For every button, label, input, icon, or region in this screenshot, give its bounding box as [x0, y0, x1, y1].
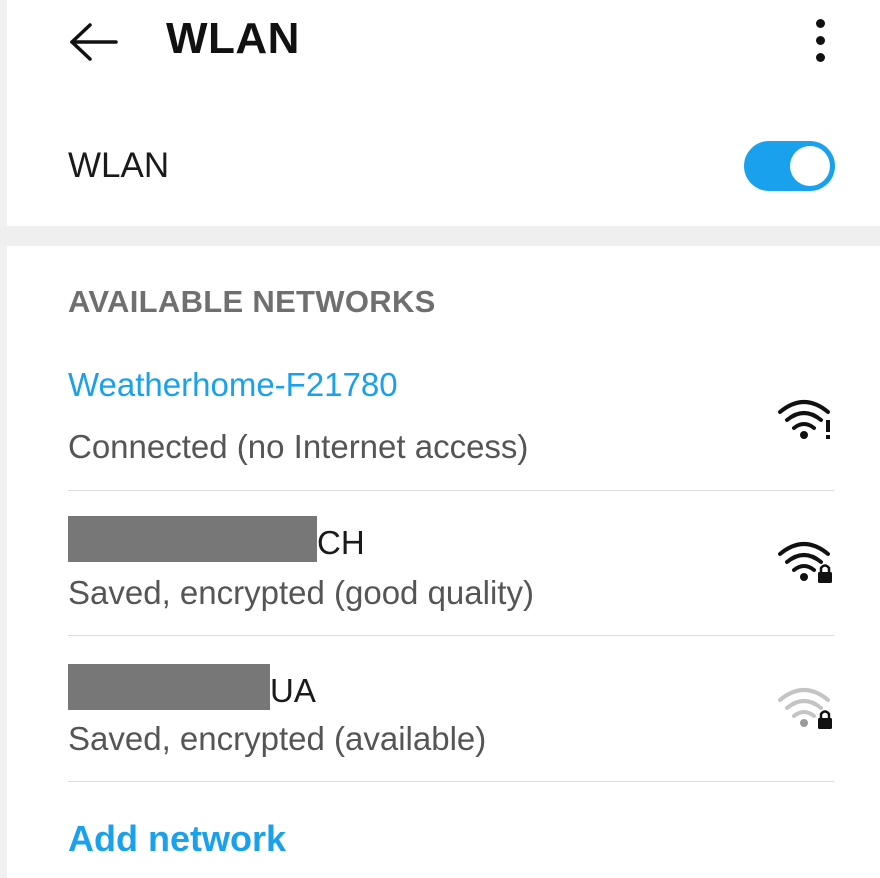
wifi-locked-weak-icon [778, 688, 832, 729]
network-status: Connected (no Internet access) [68, 428, 529, 465]
page-title: WLAN [166, 14, 300, 63]
network-name: CH [68, 516, 365, 562]
more-vertical-icon [815, 18, 825, 28]
add-network-button[interactable]: Add network [68, 818, 286, 860]
network-status: Saved, encrypted (good quality) [68, 574, 534, 611]
list-divider [68, 781, 834, 782]
wifi-locked-icon [778, 542, 832, 583]
available-networks-header: AVAILABLE NETWORKS [68, 284, 436, 319]
network-item-saved[interactable]: CH Saved, encrypted (good quality) [0, 494, 880, 634]
network-item-connected[interactable]: Weatherhome-F21780 Connected (no Interne… [0, 350, 880, 490]
list-divider [68, 490, 834, 491]
list-divider [68, 635, 834, 636]
top-app-bar: WLAN [0, 0, 880, 84]
network-name: Weatherhome-F21780 [68, 366, 398, 403]
more-vertical-icon-dot [815, 52, 825, 62]
redacted-block [68, 664, 270, 710]
network-status: Saved, encrypted (available) [68, 720, 487, 757]
redacted-block [68, 516, 317, 562]
more-vertical-icon-dot [815, 35, 825, 45]
network-item-saved[interactable]: UA Saved, encrypted (available) [0, 640, 880, 780]
wlan-toggle-row[interactable]: WLAN [0, 116, 880, 220]
network-name-suffix: UA [270, 672, 316, 709]
wifi-alert-icon [778, 400, 830, 439]
network-name-suffix: CH [317, 524, 365, 561]
wlan-toggle-switch[interactable] [744, 141, 835, 191]
arrow-left-icon [70, 23, 118, 61]
toggle-knob [790, 146, 830, 186]
wlan-toggle-label: WLAN [68, 146, 170, 185]
network-name: UA [68, 664, 316, 710]
section-separator [0, 226, 880, 246]
more-options-button[interactable] [800, 12, 840, 68]
back-button[interactable] [64, 18, 124, 66]
